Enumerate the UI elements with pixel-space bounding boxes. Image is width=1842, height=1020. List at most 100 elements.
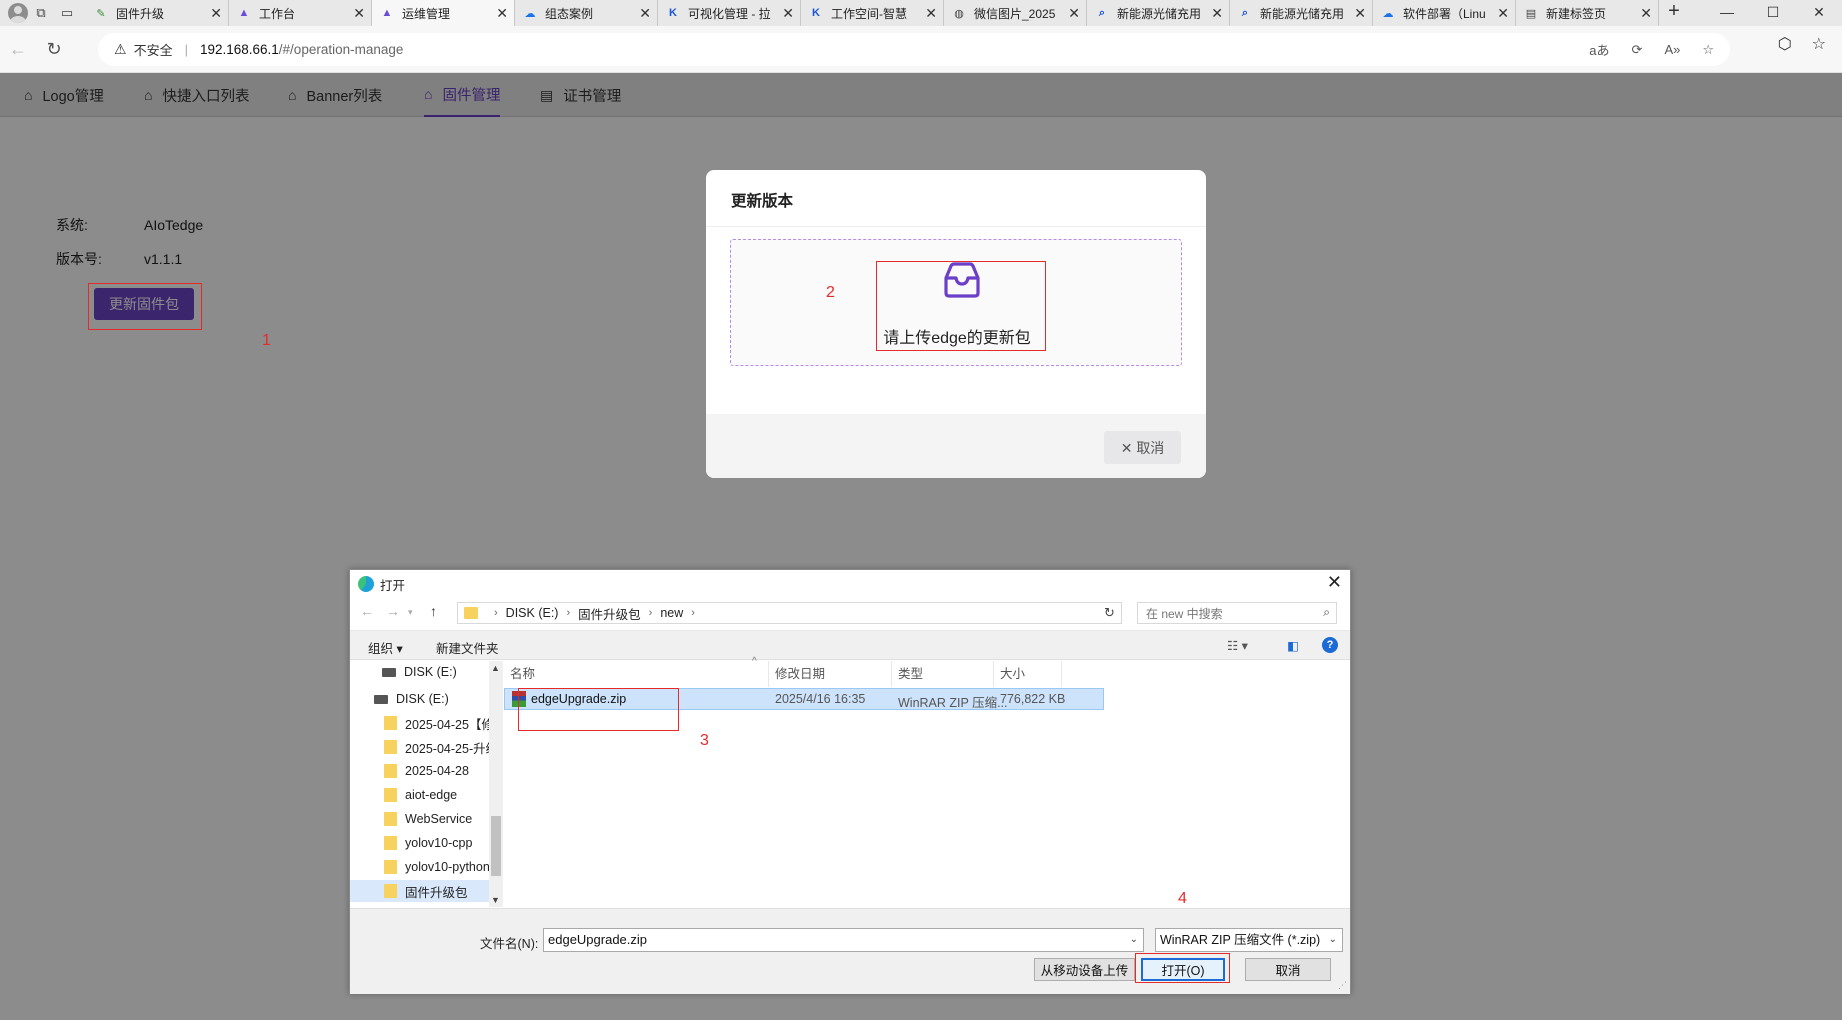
window-controls: — ☐ ✕ — [1704, 0, 1842, 26]
close-icon[interactable]: ✕ — [925, 5, 937, 22]
filename-input[interactable]: edgeUpgrade.zip ⌄ — [543, 928, 1144, 952]
nav-folder-item[interactable]: WebService — [350, 808, 490, 830]
url-field[interactable]: ⚠ 不安全 | 192.168.66.1/#/operation-manage … — [98, 33, 1730, 66]
minimize-icon[interactable]: — — [1704, 0, 1750, 26]
new-tab-plus-icon[interactable]: + — [1659, 0, 1689, 26]
nav-item-label: aiot-edge — [405, 788, 458, 802]
filename-value: edgeUpgrade.zip — [548, 932, 648, 947]
new-folder-button[interactable]: 新建文件夹 — [436, 638, 499, 657]
tab-label: 可视化管理 - 拉 — [688, 6, 771, 21]
browser-tab[interactable]: ⌕ 新能源光储充用 ✕ — [1230, 0, 1373, 26]
dialog-search-input[interactable]: 在 new 中搜索 ⌕ — [1137, 602, 1337, 624]
close-icon[interactable]: ✕ — [1211, 5, 1223, 22]
browser-tab[interactable]: ✎ 固件升级 ✕ — [86, 0, 229, 26]
browser-tab[interactable]: ▲ 工作台 ✕ — [229, 0, 372, 26]
close-icon[interactable]: ✕ — [1497, 5, 1509, 22]
refresh-icon[interactable]: ↻ — [1104, 605, 1120, 621]
nav-folder-item[interactable]: yolov10-cpp — [350, 832, 490, 854]
view-options-icon[interactable]: ☷ ▾ — [1227, 638, 1248, 653]
workspaces-icon[interactable]: ⧉ — [28, 0, 54, 26]
browser-tab[interactable]: K 工作空间-智慧 ✕ — [801, 0, 944, 26]
browser-tab[interactable]: ◍ 微信图片_2025 ✕ — [944, 0, 1087, 26]
resize-grip-icon[interactable]: ⋰ — [1338, 980, 1347, 991]
close-icon[interactable]: ✕ — [353, 5, 365, 22]
folder-icon — [384, 836, 397, 850]
dialog-path-bar[interactable]: › DISK (E:) › 固件升级包 › new › — [457, 602, 1122, 624]
filename-label: 文件名(N): — [480, 937, 539, 951]
modal-cancel-button[interactable]: ✕ 取消 — [1104, 431, 1181, 464]
path-segment[interactable]: 固件升级包 — [578, 604, 641, 623]
browser-tab[interactable]: ☁ 组态案例 ✕ — [515, 0, 658, 26]
upload-from-mobile-button[interactable]: 从移动设备上传 — [1034, 958, 1135, 981]
column-type[interactable]: 类型 — [892, 661, 994, 687]
close-icon[interactable]: ✕ — [1354, 5, 1366, 22]
organize-menu[interactable]: 组织 ▾ — [368, 638, 403, 657]
path-segment[interactable]: new — [660, 606, 683, 620]
tab-label: 工作空间-智慧 — [831, 6, 907, 21]
modal-footer: ✕ 取消 — [706, 414, 1206, 478]
nav-item-label: yolov10-python — [405, 860, 490, 874]
warning-icon[interactable]: ⚠ — [114, 41, 127, 58]
back-arrow-icon[interactable]: ← — [360, 603, 374, 619]
nav-folder-item[interactable]: yolov10-python — [350, 856, 490, 878]
back-arrow-icon[interactable]: ← — [0, 39, 36, 60]
column-name[interactable]: 名称 — [504, 661, 769, 687]
nav-folder-item[interactable]: 2025-04-25-升级 — [350, 736, 490, 758]
scroll-down-icon[interactable]: ▼ — [491, 895, 500, 905]
nav-folder-item-selected[interactable]: 固件升级包 — [350, 880, 490, 902]
nav-folder-item[interactable]: aiot-edge — [350, 784, 490, 806]
newtab-icon: ▤ — [1525, 7, 1537, 20]
close-icon[interactable]: ✕ — [210, 5, 222, 22]
recent-dropdown-icon[interactable]: ▾ — [408, 607, 413, 618]
close-icon[interactable]: ✕ — [639, 5, 651, 22]
folder-icon — [384, 884, 397, 898]
scroll-thumb[interactable] — [491, 816, 501, 876]
column-modified[interactable]: 修改日期 — [769, 661, 892, 687]
column-size[interactable]: 大小 — [994, 661, 1062, 687]
cloud-icon: ☁ — [1382, 7, 1394, 20]
browser-tab[interactable]: ▤ 新建标签页 ✕ — [1516, 0, 1659, 26]
nav-folder-item[interactable]: 2025-04-28 — [350, 760, 490, 782]
chevron-down-icon[interactable]: ⌄ — [1130, 929, 1138, 951]
refresh-circle-icon[interactable]: ⟳ — [1632, 42, 1643, 58]
forward-arrow-icon[interactable]: → — [386, 603, 400, 619]
browser-tab-active[interactable]: ▲ 运维管理 ✕ — [372, 0, 515, 26]
read-aloud-icon[interactable]: A» — [1664, 42, 1680, 57]
nav-item-label: 2025-04-25-升级 — [405, 741, 490, 756]
browser-tab[interactable]: ⌕ 新能源光储充用 ✕ — [1087, 0, 1230, 26]
favorites-icon[interactable]: ☆ — [1812, 34, 1826, 54]
browser-tab[interactable]: ☁ 软件部署（Linu ✕ — [1373, 0, 1516, 26]
scroll-up-icon[interactable]: ▲ — [491, 663, 500, 673]
nav-drive-item[interactable]: DISK (E:) — [350, 661, 490, 683]
close-icon[interactable]: ✕ — [1068, 5, 1080, 22]
dialog-cancel-button[interactable]: 取消 — [1245, 958, 1331, 981]
maximize-icon[interactable]: ☐ — [1750, 0, 1796, 26]
close-icon[interactable]: ✕ — [496, 5, 508, 22]
filetype-select[interactable]: WinRAR ZIP 压缩文件 (*.zip) ⌄ — [1155, 928, 1343, 952]
path-segment[interactable]: DISK (E:) — [506, 606, 559, 620]
chevron-right-icon: › — [566, 607, 571, 619]
folder-icon — [464, 607, 478, 619]
favorite-star-icon[interactable]: ☆ — [1702, 42, 1714, 58]
preview-pane-icon[interactable]: ◧ — [1287, 638, 1299, 653]
extensions-icon[interactable]: ⬡ — [1778, 34, 1792, 54]
up-arrow-icon[interactable]: ↑ — [430, 603, 437, 619]
tab-label: 微信图片_2025 — [974, 6, 1056, 21]
translate-icon[interactable]: aあ — [1589, 40, 1609, 59]
nav-item-label: 2025-04-28 — [405, 764, 469, 778]
vertical-tabs-icon[interactable]: ▭ — [54, 0, 80, 26]
help-icon[interactable]: ? — [1322, 637, 1338, 653]
nav-folder-item[interactable]: 2025-04-25【修 — [350, 712, 490, 734]
browser-tab[interactable]: K 可视化管理 - 拉 ✕ — [658, 0, 801, 26]
window-close-icon[interactable]: ✕ — [1796, 0, 1842, 26]
reload-icon[interactable]: ↻ — [36, 39, 72, 60]
close-icon[interactable]: ✕ — [1327, 572, 1342, 593]
nav-drive-item[interactable]: DISK (E:) — [350, 688, 490, 710]
nav-scrollbar[interactable]: ▲ ▼ — [489, 661, 503, 907]
close-icon[interactable]: ✕ — [782, 5, 794, 22]
chevron-down-icon[interactable]: ⌄ — [1329, 929, 1337, 951]
close-icon[interactable]: ✕ — [1640, 5, 1652, 22]
drive-icon — [382, 667, 396, 677]
cloud-icon: ☁ — [524, 7, 536, 20]
profile-avatar[interactable] — [8, 3, 28, 23]
